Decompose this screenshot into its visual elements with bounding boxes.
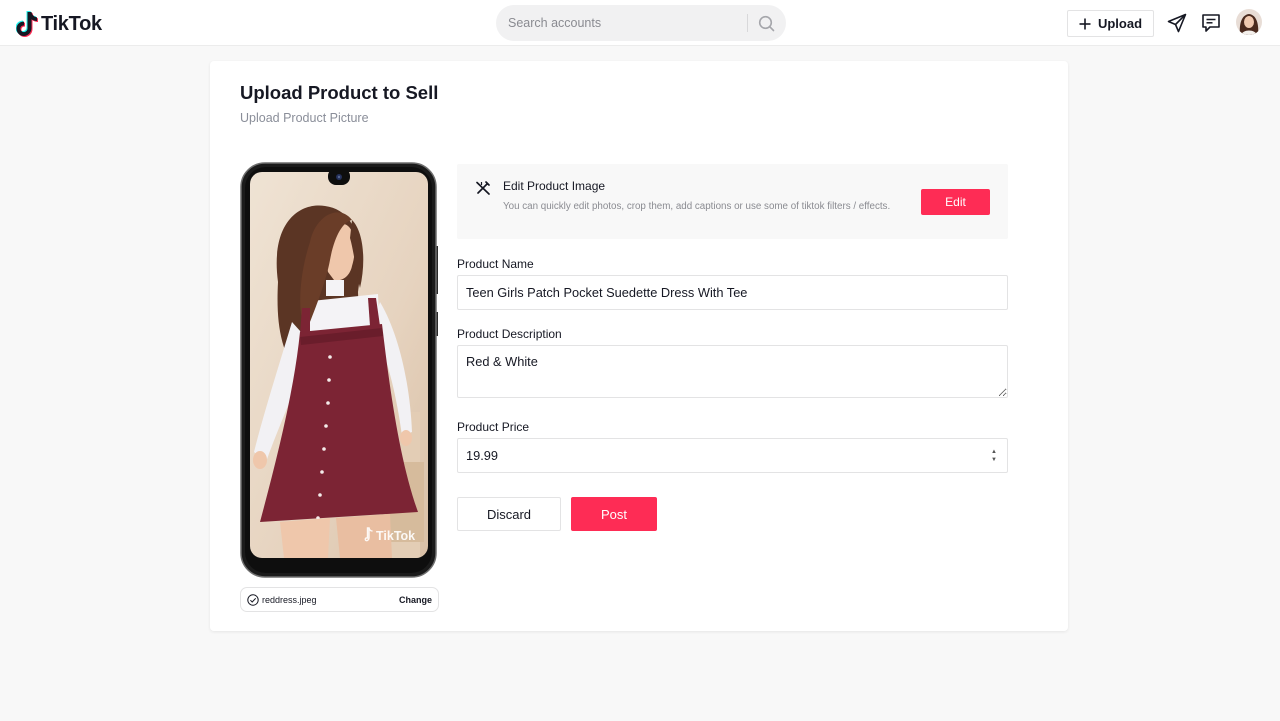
edit-button[interactable]: Edit xyxy=(921,189,990,215)
top-navbar: TikTok Upload xyxy=(0,0,1280,46)
avatar[interactable] xyxy=(1236,9,1262,35)
post-button[interactable]: Post xyxy=(571,497,657,531)
upload-button[interactable]: Upload xyxy=(1067,10,1154,37)
search-divider xyxy=(747,14,748,32)
tiktok-logo-icon xyxy=(16,11,38,37)
edit-tools-icon xyxy=(476,181,490,195)
search-input[interactable] xyxy=(508,5,744,41)
product-price-field: ▲ ▼ xyxy=(457,438,1008,473)
product-description-label: Product Description xyxy=(457,327,562,341)
change-file-button[interactable]: Change xyxy=(399,595,432,605)
inbox-send-button[interactable] xyxy=(1166,12,1188,34)
file-info-bar: reddress.jpeg Change xyxy=(240,587,439,612)
tiktok-logo[interactable]: TikTok xyxy=(16,10,102,38)
plus-icon xyxy=(1079,18,1091,29)
phone-preview: TikTok xyxy=(240,162,438,578)
price-stepper[interactable]: ▲ ▼ xyxy=(991,449,999,463)
upload-card: Upload Product to Sell Upload Product Pi… xyxy=(210,61,1068,631)
product-price-label: Product Price xyxy=(457,420,530,434)
page-title: Upload Product to Sell xyxy=(240,82,439,103)
logo-text: TikTok xyxy=(41,12,102,35)
chevron-down-icon[interactable]: ▼ xyxy=(991,457,999,463)
page-subtitle: Upload Product Picture xyxy=(240,111,369,125)
product-price-input[interactable] xyxy=(458,439,978,472)
discard-button[interactable]: Discard xyxy=(457,497,561,531)
product-image-preview: TikTok xyxy=(240,162,438,578)
message-icon xyxy=(1202,14,1220,32)
search-bar xyxy=(496,5,786,41)
search-button[interactable] xyxy=(752,9,780,37)
chevron-up-icon[interactable]: ▲ xyxy=(991,449,999,455)
avatar-image xyxy=(1236,9,1262,35)
send-icon xyxy=(1167,13,1187,33)
upload-label: Upload xyxy=(1097,16,1143,31)
file-name: reddress.jpeg xyxy=(262,594,317,605)
messages-button[interactable] xyxy=(1200,12,1222,34)
product-description-textarea[interactable]: Red & White xyxy=(457,345,1008,398)
edit-image-panel: Edit Product Image You can quickly edit … xyxy=(457,164,1008,239)
product-name-label: Product Name xyxy=(457,257,534,271)
video-watermark: TikTok xyxy=(376,529,415,543)
search-icon xyxy=(758,15,774,31)
edit-panel-description: You can quickly edit photos, crop them, … xyxy=(503,201,891,212)
product-name-input[interactable] xyxy=(457,275,1008,310)
edit-panel-title: Edit Product Image xyxy=(503,179,606,193)
check-circle-icon xyxy=(247,593,259,606)
